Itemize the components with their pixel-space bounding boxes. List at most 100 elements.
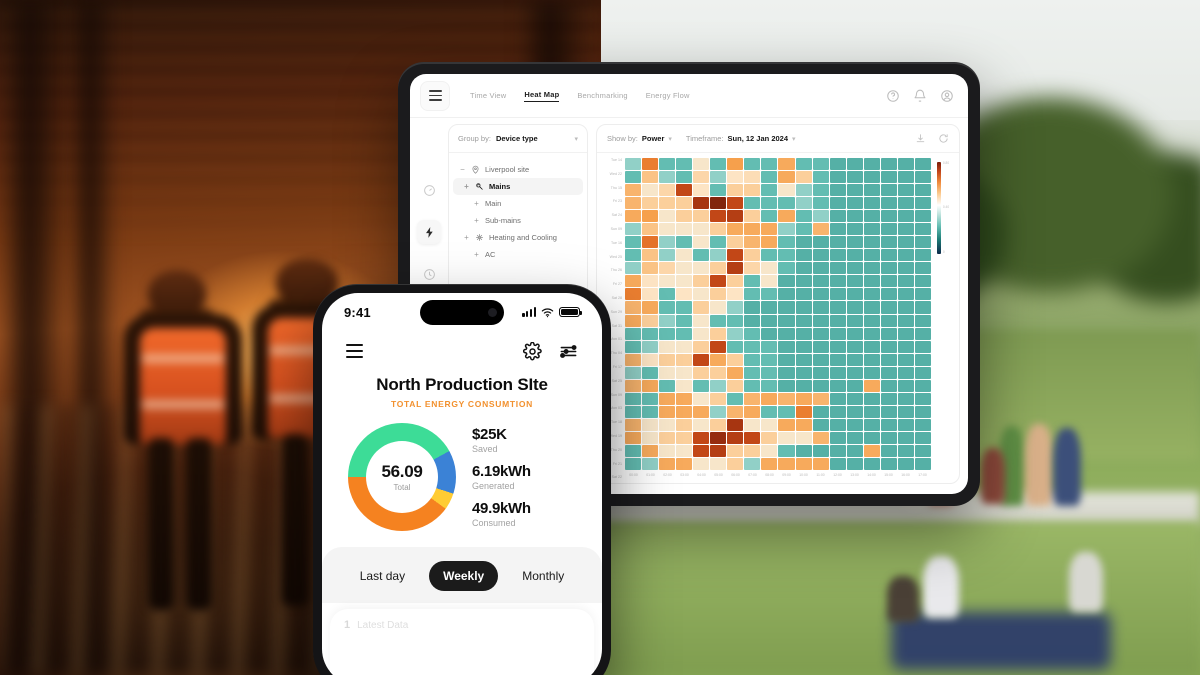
heatmap-cell[interactable] [846, 158, 863, 171]
heatmap-cell[interactable] [625, 418, 642, 431]
heatmap-cell[interactable] [642, 379, 659, 392]
heatmap-cell[interactable] [829, 236, 846, 249]
heatmap-cell[interactable] [693, 158, 710, 171]
heatmap-cell[interactable] [642, 301, 659, 314]
heatmap-cell[interactable] [693, 288, 710, 301]
heatmap-cell[interactable] [829, 158, 846, 171]
heatmap-cell[interactable] [778, 457, 795, 470]
heatmap-cell[interactable] [914, 392, 931, 405]
heatmap-cell[interactable] [761, 327, 778, 340]
heatmap-cell[interactable] [897, 197, 914, 210]
heatmap-cell[interactable] [761, 223, 778, 236]
heatmap-cell[interactable] [642, 327, 659, 340]
heatmap-cell[interactable] [761, 262, 778, 275]
hamburger-menu-icon[interactable] [420, 80, 450, 111]
period-tab-last-day[interactable]: Last day [346, 561, 419, 591]
heatmap-cell[interactable] [642, 197, 659, 210]
heatmap-cell[interactable] [914, 184, 931, 197]
heatmap-cell[interactable] [829, 314, 846, 327]
heatmap-cell[interactable] [625, 288, 642, 301]
heatmap-cell[interactable] [676, 366, 693, 379]
heatmap-cell[interactable] [829, 366, 846, 379]
heatmap-cell[interactable] [761, 275, 778, 288]
heatmap-cell[interactable] [659, 223, 676, 236]
heatmap-cell[interactable] [642, 275, 659, 288]
tree-toggle[interactable]: − [459, 165, 466, 174]
tree-toggle[interactable]: + [463, 233, 470, 242]
heatmap-cell[interactable] [829, 418, 846, 431]
heatmap-cell[interactable] [863, 405, 880, 418]
heatmap-cell[interactable] [829, 275, 846, 288]
heatmap-cell[interactable] [761, 236, 778, 249]
heatmap-cell[interactable] [846, 392, 863, 405]
heatmap-cell[interactable] [863, 353, 880, 366]
heatmap-cell[interactable] [625, 353, 642, 366]
heatmap-cell[interactable] [795, 236, 812, 249]
heatmap-cell[interactable] [744, 262, 761, 275]
heatmap-cell[interactable] [676, 405, 693, 418]
heatmap-cell[interactable] [625, 236, 642, 249]
heatmap-cell[interactable] [625, 171, 642, 184]
heatmap-cell[interactable] [880, 262, 897, 275]
heatmap-cell[interactable] [693, 444, 710, 457]
heatmap-cell[interactable] [778, 431, 795, 444]
heatmap-cell[interactable] [846, 379, 863, 392]
list-item[interactable]: 1 Latest Data [344, 619, 580, 631]
heatmap-cell[interactable] [897, 366, 914, 379]
heatmap-cell[interactable] [863, 171, 880, 184]
heatmap-cell[interactable] [761, 158, 778, 171]
heatmap-cell[interactable] [727, 405, 744, 418]
heatmap-cell[interactable] [693, 314, 710, 327]
heatmap-cell[interactable] [642, 444, 659, 457]
heatmap-cell[interactable] [880, 366, 897, 379]
heatmap-cell[interactable] [795, 444, 812, 457]
heatmap-cell[interactable] [812, 249, 829, 262]
heatmap-cell[interactable] [693, 197, 710, 210]
heatmap-cell[interactable] [625, 197, 642, 210]
heatmap-cell[interactable] [795, 366, 812, 379]
heatmap-cell[interactable] [625, 340, 642, 353]
heatmap-cell[interactable] [727, 275, 744, 288]
heatmap-cell[interactable] [846, 340, 863, 353]
heatmap-cell[interactable] [829, 431, 846, 444]
heatmap-cell[interactable] [897, 353, 914, 366]
heatmap-cell[interactable] [914, 353, 931, 366]
heatmap-cell[interactable] [795, 171, 812, 184]
heatmap-cell[interactable] [778, 158, 795, 171]
heatmap-cell[interactable] [676, 210, 693, 223]
heatmap-cell[interactable] [625, 314, 642, 327]
heatmap-cell[interactable] [744, 366, 761, 379]
heatmap-cell[interactable] [812, 223, 829, 236]
heatmap-cell[interactable] [846, 223, 863, 236]
heatmap-cell[interactable] [659, 392, 676, 405]
heatmap-cell[interactable] [642, 236, 659, 249]
heatmap-grid[interactable] [625, 158, 931, 470]
heatmap-cell[interactable] [863, 314, 880, 327]
heatmap-cell[interactable] [778, 353, 795, 366]
heatmap-cell[interactable] [863, 418, 880, 431]
heatmap-cell[interactable] [727, 340, 744, 353]
heatmap-cell[interactable] [744, 457, 761, 470]
heatmap-cell[interactable] [761, 379, 778, 392]
heatmap-cell[interactable] [914, 340, 931, 353]
heatmap-cell[interactable] [693, 210, 710, 223]
heatmap-cell[interactable] [795, 457, 812, 470]
heatmap-cell[interactable] [676, 301, 693, 314]
tab-time-view[interactable]: Time View [470, 91, 506, 100]
heatmap-cell[interactable] [829, 171, 846, 184]
heatmap-cell[interactable] [642, 171, 659, 184]
heatmap-cell[interactable] [863, 457, 880, 470]
heatmap-cell[interactable] [880, 171, 897, 184]
heatmap-cell[interactable] [727, 171, 744, 184]
heatmap-cell[interactable] [829, 210, 846, 223]
heatmap-cell[interactable] [795, 184, 812, 197]
heatmap-cell[interactable] [914, 457, 931, 470]
heatmap-cell[interactable] [914, 236, 931, 249]
heatmap-cell[interactable] [710, 236, 727, 249]
heatmap-cell[interactable] [693, 353, 710, 366]
heatmap-cell[interactable] [710, 379, 727, 392]
heatmap-cell[interactable] [727, 288, 744, 301]
help-icon[interactable] [886, 89, 900, 103]
heatmap-cell[interactable] [744, 444, 761, 457]
heatmap-cell[interactable] [778, 314, 795, 327]
